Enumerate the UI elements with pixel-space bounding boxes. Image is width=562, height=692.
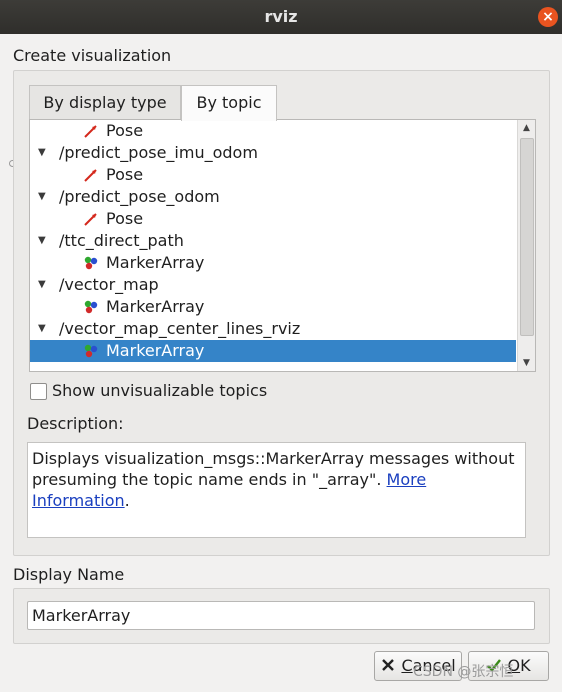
tree-type-row[interactable]: Pose xyxy=(30,164,516,186)
tree-type-label: MarkerArray xyxy=(106,253,205,272)
pose-arrow-icon xyxy=(83,211,99,227)
show-unvisualizable-checkbox[interactable] xyxy=(30,383,47,400)
tree-topic-label: /predict_pose_imu_odom xyxy=(59,143,258,162)
tree-topic-row[interactable]: ▼ /predict_pose_imu_odom xyxy=(30,142,516,164)
tree-topic-label: /ttc_direct_path xyxy=(59,231,184,250)
description-box: Displays visualization_msgs::MarkerArray… xyxy=(27,442,526,538)
csdn-watermark: CSDN @张宗恒 xyxy=(413,664,514,680)
window-title: rviz xyxy=(264,7,298,26)
cancel-x-icon xyxy=(380,654,396,671)
tree-topic-label: /predict_pose_odom xyxy=(59,187,220,206)
tree-type-label: Pose xyxy=(106,121,144,140)
marker-array-icon xyxy=(83,343,99,359)
tree-topic-row[interactable]: ▼ /vector_map_center_lines_rviz xyxy=(30,318,516,340)
tab-by-display-type-label: By display type xyxy=(43,93,167,112)
tree-type-row[interactable]: Pose xyxy=(30,120,516,142)
display-name-input[interactable] xyxy=(27,601,535,630)
description-trailing: . xyxy=(124,491,130,510)
tree-type-label: Pose xyxy=(106,209,144,228)
window-close-button[interactable]: × xyxy=(538,7,558,27)
topic-tree[interactable]: Pose ▼ /predict_pose_imu_odom Pose ▼ /predict… xyxy=(29,119,536,372)
tree-type-row[interactable]: Pose xyxy=(30,208,516,230)
description-text: Displays visualization_msgs::MarkerArray… xyxy=(32,449,515,489)
tree-scrollbar[interactable]: ▲ ▼ xyxy=(517,120,535,371)
marker-array-icon xyxy=(83,299,99,315)
tree-topic-row[interactable]: ▼ /ttc_direct_path xyxy=(30,230,516,252)
expand-arrow-icon[interactable]: ▼ xyxy=(38,230,46,252)
tree-type-row[interactable]: MarkerArray xyxy=(30,296,516,318)
expand-arrow-icon[interactable]: ▼ xyxy=(38,186,46,208)
expand-arrow-icon[interactable]: ▼ xyxy=(38,142,46,164)
pose-arrow-icon xyxy=(83,123,99,139)
tab-by-topic-label: By topic xyxy=(196,93,262,112)
show-unvisualizable-label: Show unvisualizable topics xyxy=(52,381,268,400)
ok-label: K xyxy=(520,656,531,675)
tree-topic-label: /vector_map_center_lines_rviz xyxy=(59,319,301,338)
expand-arrow-icon[interactable]: ▼ xyxy=(38,318,46,340)
display-name-title: Display Name xyxy=(13,565,125,584)
marker-array-icon xyxy=(83,255,99,271)
tree-type-row[interactable]: MarkerArray xyxy=(30,340,516,362)
tree-topic-row[interactable]: ▼ /vector_map xyxy=(30,274,516,296)
create-visualization-title: Create visualization xyxy=(13,46,172,65)
expand-arrow-icon[interactable]: ▼ xyxy=(38,274,46,296)
cancel-mnemonic: C xyxy=(401,656,413,675)
pose-arrow-icon xyxy=(83,167,99,183)
tree-type-label: MarkerArray xyxy=(106,341,205,360)
window-titlebar: rviz × xyxy=(0,0,562,34)
tree-topic-label: /vector_map xyxy=(59,275,159,294)
tree-type-label: Pose xyxy=(106,165,144,184)
scroll-up-arrow-icon[interactable]: ▲ xyxy=(518,120,535,136)
scroll-down-arrow-icon[interactable]: ▼ xyxy=(518,355,535,371)
scrollbar-thumb[interactable] xyxy=(520,138,534,336)
description-title: Description: xyxy=(27,414,124,433)
tree-topic-row[interactable]: ▼ /predict_pose_odom xyxy=(30,186,516,208)
tab-by-topic[interactable]: By topic xyxy=(181,85,277,121)
tree-type-row[interactable]: MarkerArray xyxy=(30,252,516,274)
tab-by-display-type[interactable]: By display type xyxy=(29,85,181,120)
tree-type-label: MarkerArray xyxy=(106,297,205,316)
